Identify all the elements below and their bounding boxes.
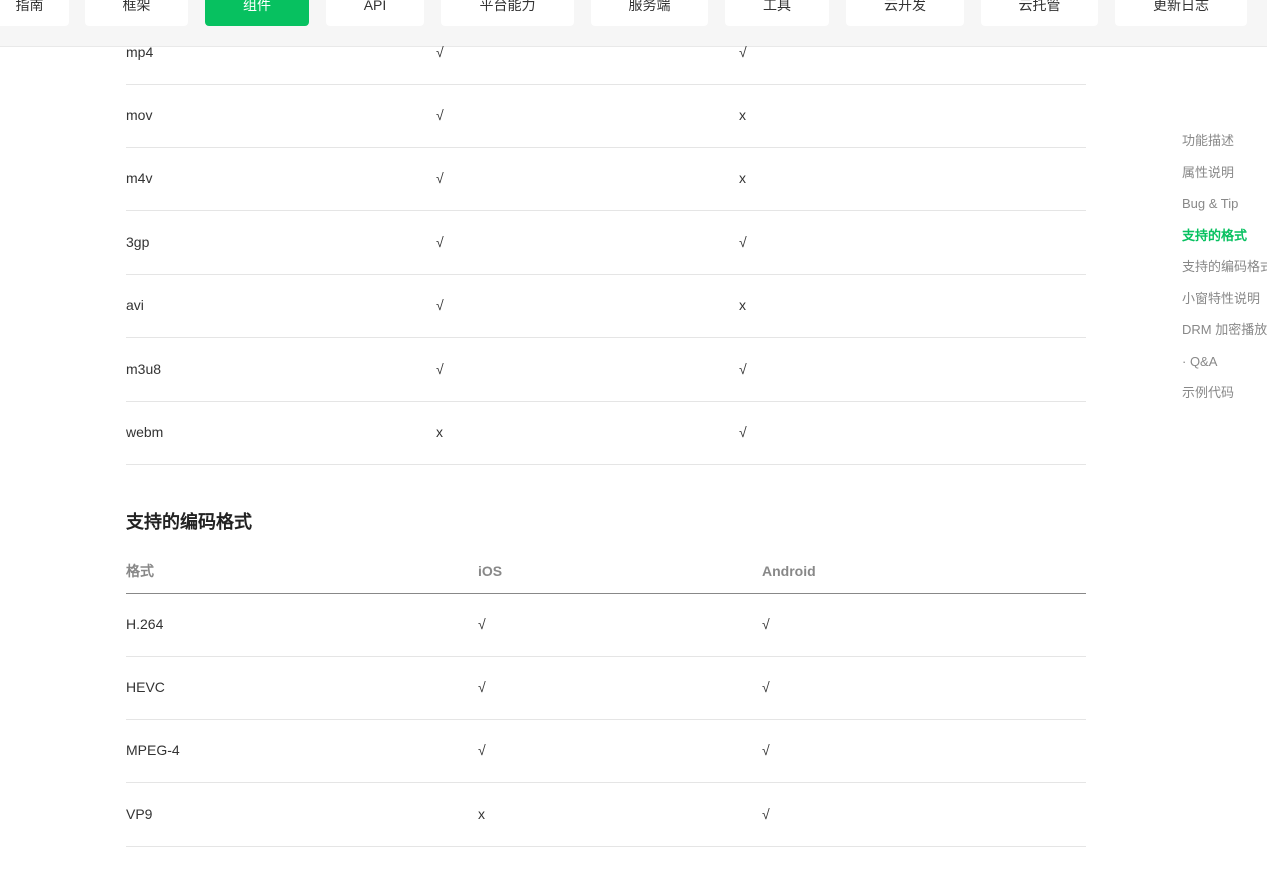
ios-cell: √ (436, 44, 444, 60)
android-cell: √ (762, 679, 770, 695)
toc-item-bug-tip[interactable]: Bug & Tip (1182, 189, 1267, 221)
toc-item-sample-code[interactable]: 示例代码 (1182, 378, 1267, 410)
tab-label: 服务端 (628, 0, 671, 13)
tab-changelog[interactable]: 更新日志 (1115, 0, 1247, 26)
ios-cell: √ (478, 616, 486, 632)
ios-cell: √ (436, 170, 444, 186)
table-row: mov √ x (126, 84, 1086, 148)
android-cell: √ (739, 424, 747, 440)
table-row: HEVC √ √ (126, 656, 1086, 720)
table-row: MPEG-4 √ √ (126, 719, 1086, 783)
ios-cell: √ (436, 361, 444, 377)
ios-cell: √ (436, 234, 444, 250)
table-row: 3gp √ √ (126, 211, 1086, 275)
codec-cell: H.264 (126, 616, 164, 632)
format-cell: m3u8 (126, 361, 162, 377)
format-cell: mp4 (126, 44, 154, 60)
format-cell: m4v (126, 170, 153, 186)
android-cell: √ (762, 742, 770, 758)
ios-cell: √ (478, 679, 486, 695)
format-cell: 3gp (126, 234, 150, 250)
android-cell: √ (762, 616, 770, 632)
toc-item-supported-formats[interactable]: 支持的格式 (1182, 221, 1267, 253)
table-row: VP9 x √ (126, 783, 1086, 847)
android-cell: x (739, 170, 746, 186)
toc-item-mini-window[interactable]: 小窗特性说明 (1182, 284, 1267, 316)
tab-label: 云托管 (1018, 0, 1061, 13)
tab-label: 更新日志 (1153, 0, 1209, 13)
toc-item-description[interactable]: 功能描述 (1182, 126, 1267, 158)
header-format: 格式 (126, 563, 154, 579)
tab-label: 平台能力 (479, 0, 536, 13)
android-cell: x (739, 297, 746, 313)
section-title-codecs: 支持的编码格式 (126, 512, 252, 532)
tab-label: 指南 (15, 0, 44, 13)
toc: 功能描述 属性说明 Bug & Tip 支持的格式 支持的编码格式 小窗特性说明… (1182, 126, 1267, 410)
codec-cell: VP9 (126, 806, 153, 822)
tab-label: API (363, 0, 387, 13)
tab-label: 工具 (763, 0, 791, 13)
toc-item-drm[interactable]: DRM 加密播放 (1182, 315, 1267, 347)
toc-item-properties[interactable]: 属性说明 (1182, 158, 1267, 190)
table-row: webm x √ (126, 401, 1086, 465)
toc-item-qa[interactable]: · Q&A (1182, 347, 1267, 379)
android-cell: √ (739, 361, 747, 377)
codec-table-header: 格式 iOS Android (126, 556, 1086, 594)
ios-cell: √ (478, 742, 486, 758)
format-cell: avi (126, 297, 144, 313)
tab-guide[interactable]: 指南 (0, 0, 69, 26)
format-cell: webm (126, 424, 164, 440)
ios-cell: x (478, 806, 485, 822)
tab-label: 组件 (243, 0, 271, 13)
ios-cell: √ (436, 107, 444, 123)
codec-cell: MPEG-4 (126, 742, 180, 758)
android-cell: x (739, 107, 746, 123)
android-cell: √ (762, 806, 770, 822)
header-ios: iOS (478, 563, 503, 579)
ios-cell: x (436, 424, 443, 440)
table-row: H.264 √ √ (126, 593, 1086, 657)
table-row: m3u8 √ √ (126, 338, 1086, 402)
table-row: m4v √ x (126, 147, 1086, 211)
table-row: mp4 √ √ (126, 21, 1086, 85)
ios-cell: √ (436, 297, 444, 313)
header-android: Android (762, 563, 816, 579)
table-row: avi √ x (126, 274, 1086, 338)
tab-label: 云开发 (884, 0, 926, 13)
android-cell: √ (739, 44, 747, 60)
format-cell: mov (126, 107, 153, 123)
android-cell: √ (739, 234, 747, 250)
codec-cell: HEVC (126, 679, 165, 695)
tab-label: 框架 (122, 0, 151, 13)
toc-item-supported-codecs[interactable]: 支持的编码格式 (1182, 252, 1267, 284)
